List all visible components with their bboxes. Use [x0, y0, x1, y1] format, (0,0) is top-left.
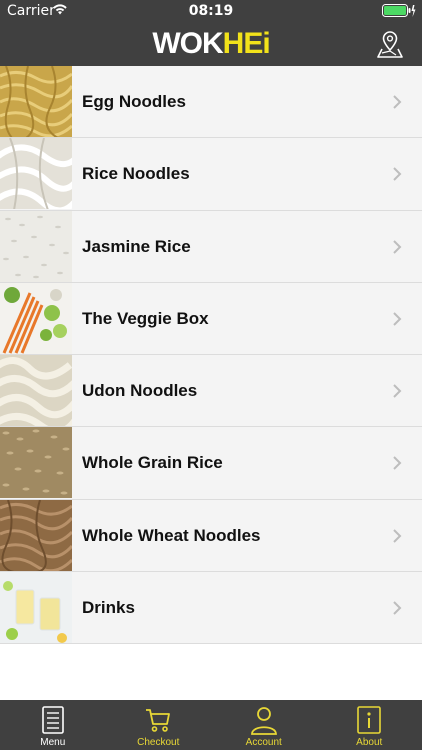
menu-item-label: Whole Wheat Noodles	[82, 525, 261, 545]
tab-about[interactable]: About	[317, 700, 422, 750]
chevron-right-icon	[393, 384, 402, 398]
tab-checkout[interactable]: Checkout	[106, 700, 212, 750]
drinks-photo	[0, 572, 72, 644]
menu-book-icon	[41, 706, 64, 734]
chevron-right-icon	[393, 167, 402, 182]
jasmine-rice-photo	[0, 210, 72, 282]
menu-item-label: Rice Noodles	[82, 164, 190, 184]
egg-noodles-photo	[0, 66, 72, 137]
battery-icon	[382, 4, 416, 22]
chevron-right-icon	[393, 456, 402, 471]
menu-item-label: Udon Noodles	[82, 381, 198, 401]
chevron-right-icon	[393, 95, 402, 109]
header-bar: WOKHEi	[0, 22, 422, 66]
menu-item-whole-grain-rice[interactable]: Whole Grain Rice	[0, 427, 422, 500]
tab-checkout-label: Checkout	[137, 737, 180, 748]
udon-noodles-photo	[0, 355, 72, 427]
veggie-box-photo	[0, 282, 72, 354]
whole-grain-rice-photo	[0, 427, 72, 499]
logo-hei-text: HEi	[222, 27, 271, 60]
charging-icon	[411, 5, 416, 17]
menu-item-label: Jasmine Rice	[82, 236, 191, 256]
menu-item-label: Drinks	[82, 598, 135, 618]
whole-wheat-noodles-photo	[0, 499, 72, 571]
cart-icon	[146, 709, 171, 732]
tab-account-label: Account	[245, 737, 282, 748]
chevron-right-icon	[393, 601, 402, 615]
tab-account[interactable]: Account	[211, 700, 317, 750]
tab-menu[interactable]: Menu	[0, 700, 106, 750]
menu-item-rice-noodles[interactable]: Rice Noodles	[0, 138, 422, 211]
menu-item-veggie-box[interactable]: The Veggie Box	[0, 282, 422, 356]
menu-item-udon-noodles[interactable]: Udon Noodles	[0, 355, 422, 428]
menu-category-list: Egg Noodles Rice Noodles Jasmine Rice Th…	[0, 66, 422, 700]
menu-item-label: Whole Grain Rice	[82, 453, 223, 473]
wokhei-logo: WOKHEi	[0, 27, 422, 61]
tab-menu-label: Menu	[40, 737, 66, 748]
chevron-right-icon	[393, 239, 402, 254]
menu-item-jasmine-rice[interactable]: Jasmine Rice	[0, 210, 422, 283]
status-bar: Carrier 08:19	[0, 0, 422, 22]
status-time: 08:19	[188, 3, 234, 19]
rice-noodles-photo	[0, 138, 72, 210]
info-icon	[357, 706, 382, 734]
user-icon	[250, 707, 277, 735]
map-pin-icon[interactable]	[376, 29, 404, 59]
menu-item-drinks[interactable]: Drinks	[0, 572, 422, 645]
chevron-right-icon	[393, 529, 402, 543]
menu-item-whole-wheat-noodles[interactable]: Whole Wheat Noodles	[0, 499, 422, 573]
chevron-right-icon	[393, 312, 402, 326]
tab-about-label: About	[356, 737, 383, 748]
menu-item-egg-noodles[interactable]: Egg Noodles	[0, 66, 422, 139]
logo-wok-text: WOK	[152, 27, 223, 60]
menu-item-label: Egg Noodles	[82, 92, 186, 111]
menu-item-label: The Veggie Box	[82, 308, 209, 328]
tab-bar: Menu Checkout Account About	[0, 700, 422, 750]
